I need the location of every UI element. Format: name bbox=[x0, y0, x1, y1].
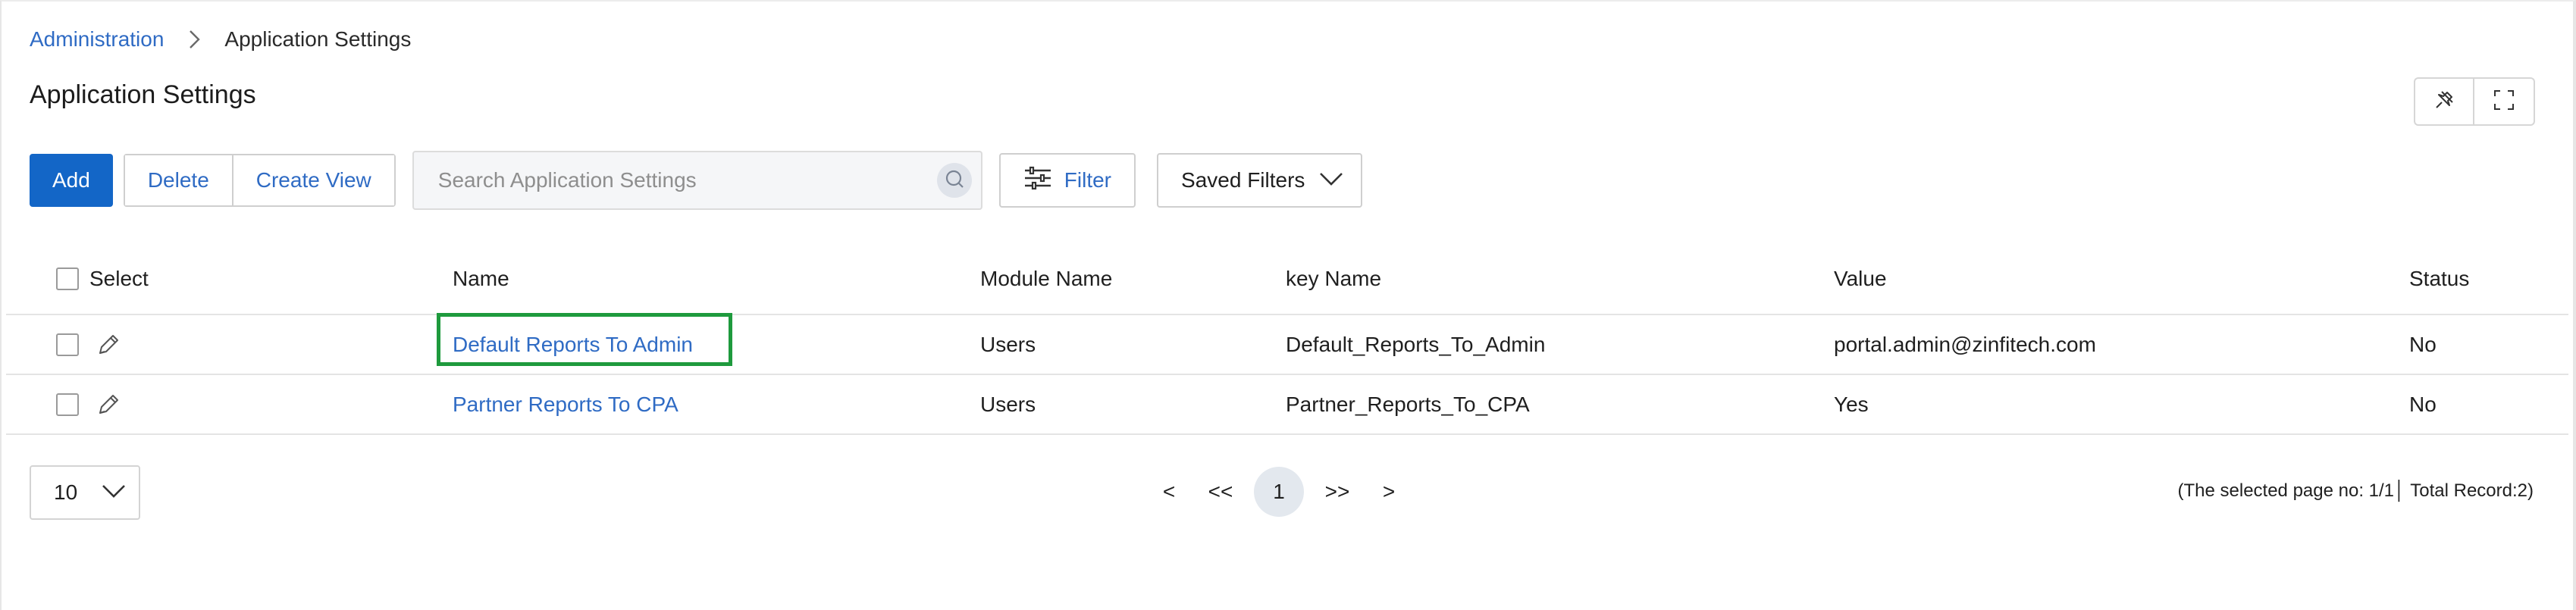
filter-label: Filter bbox=[1064, 168, 1112, 192]
saved-filters-dropdown[interactable]: Saved Filters bbox=[1157, 153, 1363, 208]
last-page-button[interactable]: >> bbox=[1322, 480, 1352, 504]
sliders-icon bbox=[1023, 166, 1064, 196]
pencil-icon[interactable] bbox=[96, 392, 121, 418]
row-value: portal.admin@zinfitech.com bbox=[1834, 332, 2096, 356]
fullscreen-button[interactable] bbox=[2474, 77, 2535, 126]
search-button[interactable] bbox=[936, 163, 972, 198]
breadcrumb: Administration Application Settings bbox=[30, 24, 411, 55]
saved-filters-label: Saved Filters bbox=[1181, 168, 1305, 192]
row-name-link[interactable]: Default Reports To Admin bbox=[453, 333, 693, 357]
toolbar: Add Delete Create View Search Applicatio… bbox=[30, 151, 1363, 210]
pin-button[interactable] bbox=[2414, 77, 2474, 126]
page-title: Application Settings bbox=[30, 80, 256, 109]
header-key-name[interactable]: key Name bbox=[1286, 267, 1381, 291]
first-page-button[interactable]: << bbox=[1205, 480, 1236, 504]
header-status[interactable]: Status bbox=[2409, 267, 2469, 291]
fullscreen-icon bbox=[2493, 89, 2515, 115]
current-page-button[interactable]: 1 bbox=[1254, 467, 1304, 517]
view-tools bbox=[2414, 77, 2535, 126]
row-status: No bbox=[2409, 332, 2437, 356]
header-select: Select bbox=[89, 267, 149, 290]
row-key: Default_Reports_To_Admin bbox=[1286, 332, 1546, 356]
header-module-name[interactable]: Module Name bbox=[980, 267, 1112, 291]
page-size-value: 10 bbox=[54, 480, 78, 504]
header-select-cell: Select bbox=[56, 267, 149, 291]
pin-icon bbox=[2433, 89, 2455, 115]
next-page-button[interactable]: > bbox=[1374, 480, 1404, 504]
pagination: < << 1 >> > bbox=[1154, 467, 1404, 517]
row-module: Users bbox=[980, 392, 1036, 416]
settings-table: Select Name Module Name key Name Value S… bbox=[6, 244, 2568, 435]
table-header: Select Name Module Name key Name Value S… bbox=[6, 244, 2568, 315]
breadcrumb-current: Application Settings bbox=[224, 27, 412, 51]
row-value: Yes bbox=[1834, 392, 1869, 416]
row-key: Partner_Reports_To_CPA bbox=[1286, 392, 1530, 416]
chevron-right-icon bbox=[179, 24, 209, 55]
chevron-down-icon bbox=[101, 480, 127, 505]
row-checkbox[interactable] bbox=[56, 393, 79, 416]
search-icon bbox=[944, 168, 965, 193]
record-info: (The selected page no: 1/1│ Total Record… bbox=[2177, 480, 2534, 501]
row-status: No bbox=[2409, 392, 2437, 416]
table-row: Partner Reports To CPA Users Partner_Rep… bbox=[6, 375, 2568, 435]
row-checkbox[interactable] bbox=[56, 333, 79, 356]
chevron-down-icon bbox=[1305, 168, 1344, 192]
select-all-checkbox[interactable] bbox=[56, 267, 79, 290]
create-view-button[interactable]: Create View bbox=[231, 155, 394, 205]
table-row: Default Reports To Admin Users Default_R… bbox=[6, 313, 2568, 375]
pencil-icon[interactable] bbox=[96, 332, 121, 358]
header-value[interactable]: Value bbox=[1834, 267, 1887, 291]
row-select-cell bbox=[56, 332, 121, 358]
delete-button[interactable]: Delete bbox=[124, 155, 232, 205]
add-button[interactable]: Add bbox=[30, 154, 113, 207]
prev-page-button[interactable]: < bbox=[1154, 480, 1184, 504]
row-name-link[interactable]: Partner Reports To CPA bbox=[453, 393, 678, 417]
row-select-cell bbox=[56, 392, 121, 418]
row-module: Users bbox=[980, 332, 1036, 356]
page-size-select[interactable]: 10 bbox=[30, 465, 140, 520]
search-input[interactable] bbox=[436, 167, 937, 193]
filter-button[interactable]: Filter bbox=[998, 153, 1136, 208]
application-settings-page: Administration Application Settings Appl… bbox=[0, 0, 2576, 610]
breadcrumb-administration-link[interactable]: Administration bbox=[30, 27, 164, 52]
header-name[interactable]: Name bbox=[453, 267, 509, 291]
action-button-group: Delete Create View bbox=[123, 154, 396, 207]
search-box bbox=[412, 151, 982, 210]
